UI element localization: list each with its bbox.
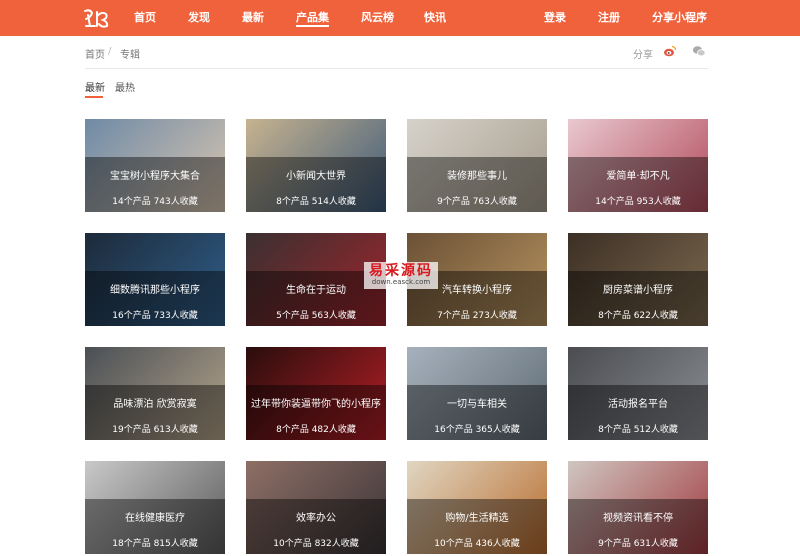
collection-stats: 8个产品 622人收藏: [598, 311, 678, 321]
share-app-link[interactable]: 分享小程序: [652, 0, 707, 36]
collection-card[interactable]: 厨房菜谱小程序 8个产品 622人收藏: [568, 233, 708, 326]
collection-card[interactable]: 品味漂泊 欣赏寂寞 19个产品 613人收藏: [85, 347, 225, 440]
collection-stats: 8个产品 514人收藏: [276, 197, 356, 207]
nav-collections[interactable]: 产品集: [296, 0, 329, 36]
collection-card[interactable]: 装修那些事儿 9个产品 763人收藏: [407, 119, 547, 212]
nav-flash-news[interactable]: 快讯: [424, 0, 446, 36]
collection-card[interactable]: 过年带你装逼带你飞的小程序 8个产品 482人收藏: [246, 347, 386, 440]
logo-icon[interactable]: [82, 7, 112, 29]
weibo-icon[interactable]: [663, 44, 677, 58]
collection-card[interactable]: 细数腾讯那些小程序 16个产品 733人收藏: [85, 233, 225, 326]
collection-title: 过年带你装逼带你飞的小程序: [251, 399, 381, 410]
breadcrumb-home[interactable]: 首页: [85, 46, 105, 61]
collection-card[interactable]: 小新闻大世界 8个产品 514人收藏: [246, 119, 386, 212]
nav-home[interactable]: 首页: [134, 0, 156, 36]
watermark: 易采源码 down.easck.com: [364, 262, 438, 290]
breadcrumb-current: 专辑: [120, 50, 140, 61]
collection-title: 小新闻大世界: [286, 171, 346, 182]
collection-stats: 10个产品 832人收藏: [273, 539, 359, 549]
wechat-icon[interactable]: [692, 44, 706, 58]
collection-stats: 8个产品 482人收藏: [276, 425, 356, 435]
collection-card[interactable]: 活动报名平台 8个产品 512人收藏: [568, 347, 708, 440]
collection-title: 爱简单·却不凡: [606, 171, 670, 182]
collection-stats: 9个产品 631人收藏: [598, 539, 678, 549]
collection-stats: 10个产品 436人收藏: [434, 539, 520, 549]
collection-title: 在线健康医疗: [125, 513, 185, 524]
collection-stats: 16个产品 365人收藏: [434, 425, 520, 435]
collection-title: 品味漂泊 欣赏寂寞: [113, 399, 197, 410]
collection-stats: 5个产品 563人收藏: [276, 311, 356, 321]
collection-card[interactable]: 爱简单·却不凡 14个产品 953人收藏: [568, 119, 708, 212]
nav-discover[interactable]: 发现: [188, 0, 210, 36]
share-label: 分享: [633, 50, 653, 61]
watermark-url: down.easck.com: [371, 278, 431, 287]
collection-title: 视频资讯看不停: [603, 513, 673, 524]
watermark-text: 易采源码: [369, 263, 433, 279]
tab-hottest[interactable]: 最热: [115, 79, 135, 94]
collection-title: 一切与车相关: [447, 399, 507, 410]
collection-stats: 19个产品 613人收藏: [112, 425, 198, 435]
collection-title: 效率办公: [296, 513, 336, 524]
collection-card[interactable]: 在线健康医疗 18个产品 815人收藏: [85, 461, 225, 554]
nav-ranking[interactable]: 风云榜: [361, 0, 394, 36]
collection-stats: 14个产品 953人收藏: [595, 197, 681, 207]
register-link[interactable]: 注册: [598, 0, 620, 36]
collection-card[interactable]: 一切与车相关 16个产品 365人收藏: [407, 347, 547, 440]
collection-title: 活动报名平台: [608, 399, 668, 410]
tab-latest[interactable]: 最新: [85, 79, 105, 94]
collection-card[interactable]: 效率办公 10个产品 832人收藏: [246, 461, 386, 554]
collection-title: 装修那些事儿: [447, 171, 507, 182]
header-divider: [85, 68, 708, 69]
collection-stats: 9个产品 763人收藏: [437, 197, 517, 207]
collection-title: 购物/生活精选: [445, 513, 509, 524]
collection-card[interactable]: 视频资讯看不停 9个产品 631人收藏: [568, 461, 708, 554]
collection-stats: 14个产品 743人收藏: [112, 197, 198, 207]
breadcrumb-separator: /: [108, 46, 112, 57]
collection-card[interactable]: 宝宝树小程序大集合 14个产品 743人收藏: [85, 119, 225, 212]
collection-stats: 18个产品 815人收藏: [112, 539, 198, 549]
active-tab-underline: [85, 96, 103, 98]
collection-stats: 8个产品 512人收藏: [598, 425, 678, 435]
collection-stats: 7个产品 273人收藏: [437, 311, 517, 321]
collection-card[interactable]: 购物/生活精选 10个产品 436人收藏: [407, 461, 547, 554]
collection-title: 厨房菜谱小程序: [603, 285, 673, 296]
top-nav-bar: 首页 发现 最新 产品集 风云榜 快讯 登录 注册 分享小程序: [0, 0, 800, 36]
nav-latest[interactable]: 最新: [242, 0, 264, 36]
collection-stats: 16个产品 733人收藏: [112, 311, 198, 321]
collection-title: 细数腾讯那些小程序: [110, 285, 200, 296]
login-link[interactable]: 登录: [544, 0, 566, 36]
collection-title: 宝宝树小程序大集合: [110, 171, 200, 182]
